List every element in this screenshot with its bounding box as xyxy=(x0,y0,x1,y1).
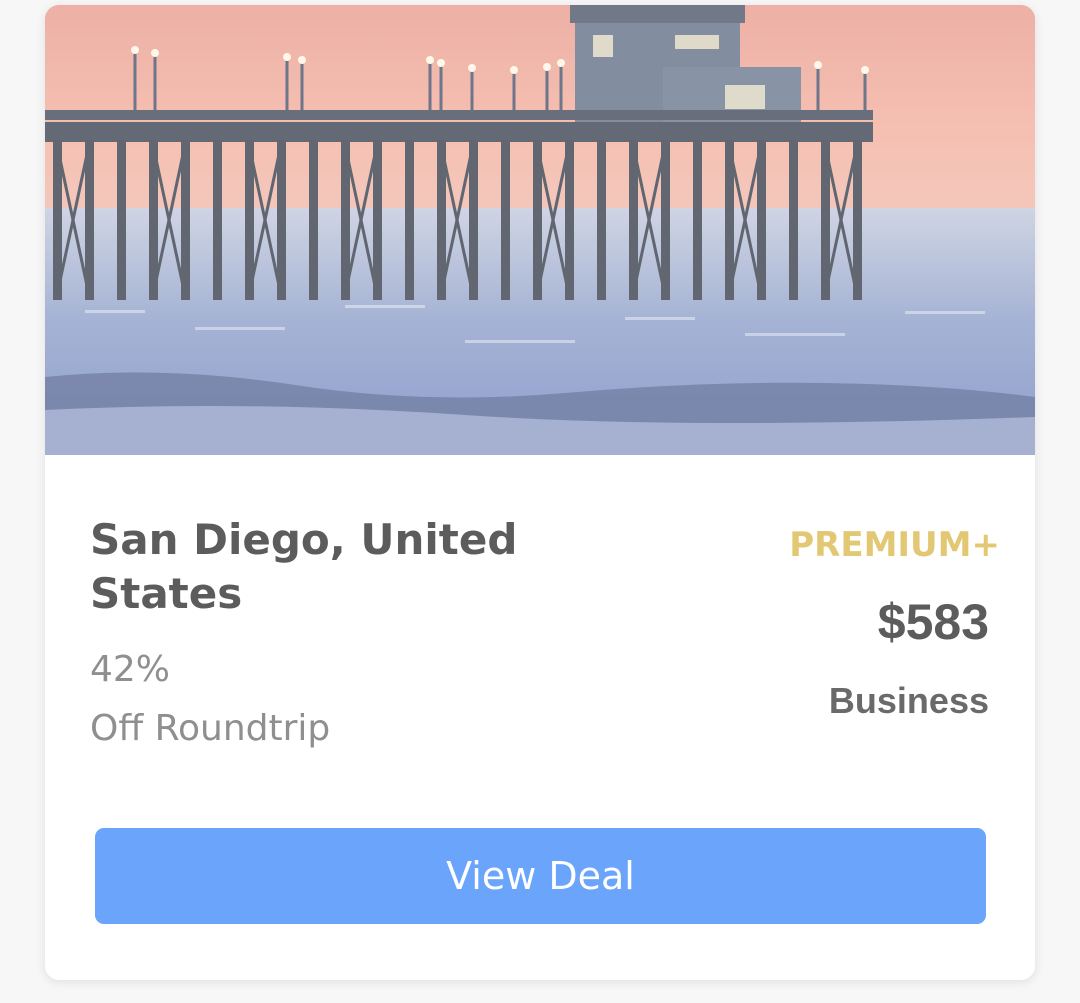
discount-percent: 42% xyxy=(90,649,171,690)
discount-label: Off Roundtrip xyxy=(90,708,331,749)
destination-photo xyxy=(45,5,1035,455)
destination-title: San Diego, United States xyxy=(90,515,518,618)
deal-card[interactable]: San Diego, United States 42% Off Roundtr… xyxy=(45,5,1035,980)
deal-price: $583 xyxy=(877,594,989,650)
cabin-class: Business xyxy=(828,680,989,721)
tier-badge: PREMIUM+ xyxy=(789,525,1000,565)
view-deal-button[interactable]: View Deal xyxy=(95,828,986,924)
